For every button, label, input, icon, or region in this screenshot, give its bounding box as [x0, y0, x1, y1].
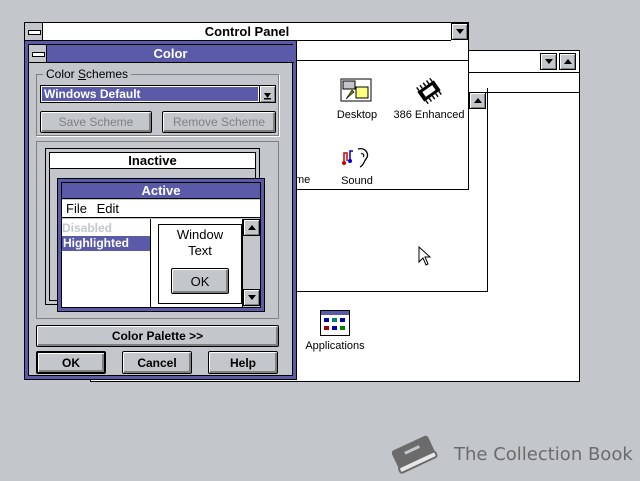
watermark-text: The Collection Book: [454, 444, 633, 465]
preview-scroll-up[interactable]: [243, 219, 260, 236]
preview-highlighted-text: Highlighted: [62, 236, 150, 251]
preview-divider: [150, 219, 151, 307]
mouse-pointer-icon: [418, 245, 432, 266]
program-group-scroll-up-button[interactable]: [469, 92, 486, 109]
preview-active-title: Active: [62, 183, 260, 199]
applications-group-icon: [320, 310, 350, 336]
preview-window-text: Window Text: [176, 227, 224, 258]
remove-scheme-button[interactable]: Remove Scheme: [162, 111, 276, 133]
color-palette-button[interactable]: Color Palette >>: [36, 325, 279, 347]
preview-menu-file: File: [66, 201, 87, 216]
color-preview-area[interactable]: Inactive Active File Edit Disabled Highl…: [36, 141, 279, 319]
preview-client-area: Disabled Highlighted Window Text OK: [62, 219, 242, 307]
preview-inactive-title: Inactive: [50, 153, 255, 169]
control-panel-system-menu-icon[interactable]: [25, 23, 43, 41]
preview-menu-edit: Edit: [96, 201, 119, 216]
color-dialog: Color Color Schemes Windows Default Save…: [24, 40, 297, 380]
save-scheme-button[interactable]: Save Scheme: [40, 111, 152, 133]
preview-scroll-down[interactable]: [243, 289, 260, 306]
color-schemes-dropdown-arrow[interactable]: [259, 85, 276, 103]
preview-menu-bar: File Edit: [62, 200, 260, 218]
ok-button[interactable]: OK: [36, 351, 106, 374]
preview-disabled-text: Disabled: [62, 221, 113, 235]
cancel-button[interactable]: Cancel: [122, 351, 192, 374]
color-schemes-selected: Windows Default: [42, 87, 258, 101]
watermark: The Collection Book: [386, 430, 636, 478]
help-button[interactable]: Help: [208, 351, 278, 374]
color-system-menu-icon[interactable]: [29, 45, 47, 63]
applications-group-item[interactable]: Applications: [300, 308, 370, 358]
applications-group-label: Applications: [305, 340, 365, 352]
program-group-window: [296, 88, 488, 292]
control-panel-minimize-button[interactable]: [451, 23, 468, 40]
preview-scrollbar[interactable]: [242, 219, 260, 307]
preview-active-window: Active File Edit Disabled Highlighted Wi…: [57, 178, 265, 312]
control-panel-title: Control Panel: [43, 23, 451, 41]
color-schemes-label: Color Schemes: [43, 67, 132, 81]
preview-ok-button[interactable]: OK: [171, 268, 229, 294]
color-dialog-title: Color: [47, 45, 294, 63]
background-window-scroll-down-button[interactable]: [540, 53, 557, 70]
color-schemes-dropdown[interactable]: Windows Default: [40, 85, 276, 103]
background-window-scroll-up-button[interactable]: [559, 53, 576, 70]
book-icon: [386, 430, 442, 478]
preview-message-box: Window Text OK: [158, 224, 242, 304]
